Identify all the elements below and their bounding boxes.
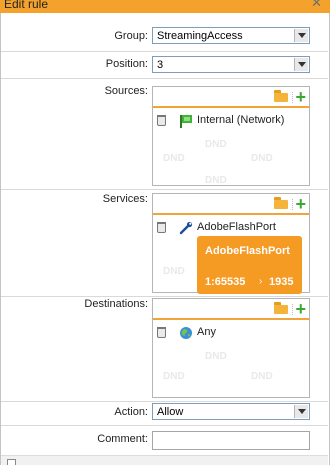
folder-icon[interactable] [274, 302, 288, 314]
group-select[interactable]: StreamingAccess [152, 27, 310, 44]
dnd-watermark: DND [205, 139, 227, 150]
advanced-section[interactable] [1, 455, 328, 465]
group-label: Group: [114, 30, 148, 42]
dnd-watermark: DND [205, 175, 227, 186]
service-tooltip: AdobeFlashPort 1:65535 › 1935 [197, 236, 302, 294]
service-entry-label: AdobeFlashPort [197, 221, 276, 233]
comment-input[interactable] [152, 431, 310, 450]
toolbar-divider [292, 199, 293, 210]
separator [1, 296, 328, 297]
action-select-value: Allow [157, 406, 184, 418]
chevron-down-icon[interactable] [294, 405, 308, 418]
separator [1, 78, 328, 79]
tooltip-arrow: › [259, 276, 263, 287]
service-wrench-icon [179, 221, 193, 235]
position-select-value: 3 [157, 59, 164, 71]
chevron-down-icon[interactable] [294, 58, 308, 71]
position-label: Position: [105, 58, 148, 70]
destinations-toolbar: + [153, 299, 309, 320]
separator [1, 401, 328, 402]
folder-icon[interactable] [274, 90, 288, 102]
folder-icon[interactable] [274, 197, 288, 209]
dnd-watermark: DND [163, 153, 185, 164]
dialog-title: Edit rule [4, 0, 49, 11]
services-label: Services: [102, 193, 148, 205]
tooltip-port-range: 1:65535 [205, 276, 246, 288]
trash-icon[interactable] [157, 327, 166, 338]
add-icon[interactable]: + [295, 299, 306, 319]
destination-entry-label: Any [197, 326, 216, 338]
close-icon[interactable]: ✕ [311, 0, 322, 10]
dnd-watermark: DND [251, 371, 273, 382]
globe-icon [180, 327, 192, 339]
sources-label: Sources: [104, 85, 148, 97]
add-icon[interactable]: + [295, 194, 306, 214]
dnd-watermark: DND [251, 153, 273, 164]
separator [1, 189, 328, 190]
sources-toolbar: + [153, 87, 309, 108]
separator [1, 51, 328, 52]
advanced-checkbox[interactable] [7, 459, 16, 465]
group-select-value: StreamingAccess [157, 30, 243, 42]
action-select[interactable]: Allow [152, 403, 310, 420]
destinations-label: Destinations: [84, 298, 148, 310]
add-icon[interactable]: + [295, 87, 306, 107]
tooltip-dest-port: 1935 [269, 276, 294, 288]
trash-icon[interactable] [157, 222, 166, 233]
source-entry-label: Internal (Network) [197, 114, 285, 126]
sources-box[interactable]: + Internal (Network) DND DND DND DND [152, 86, 310, 186]
toolbar-divider [292, 304, 293, 315]
position-select[interactable]: 3 [152, 56, 310, 73]
dnd-watermark: DND [163, 371, 185, 382]
tooltip-title: AdobeFlashPort [205, 245, 290, 257]
chevron-down-icon[interactable] [294, 29, 308, 42]
network-flag-icon [180, 115, 192, 128]
services-toolbar: + [153, 194, 309, 215]
dnd-watermark: DND [205, 351, 227, 362]
comment-label: Comment: [97, 433, 148, 445]
trash-icon[interactable] [157, 115, 166, 126]
dnd-watermark: DND [163, 266, 185, 277]
separator [1, 425, 328, 426]
toolbar-divider [292, 92, 293, 103]
action-label: Action: [114, 406, 148, 418]
titlebar: Edit rule ✕ [0, 0, 330, 13]
destinations-box[interactable]: + Any DND DND DND [152, 298, 310, 398]
